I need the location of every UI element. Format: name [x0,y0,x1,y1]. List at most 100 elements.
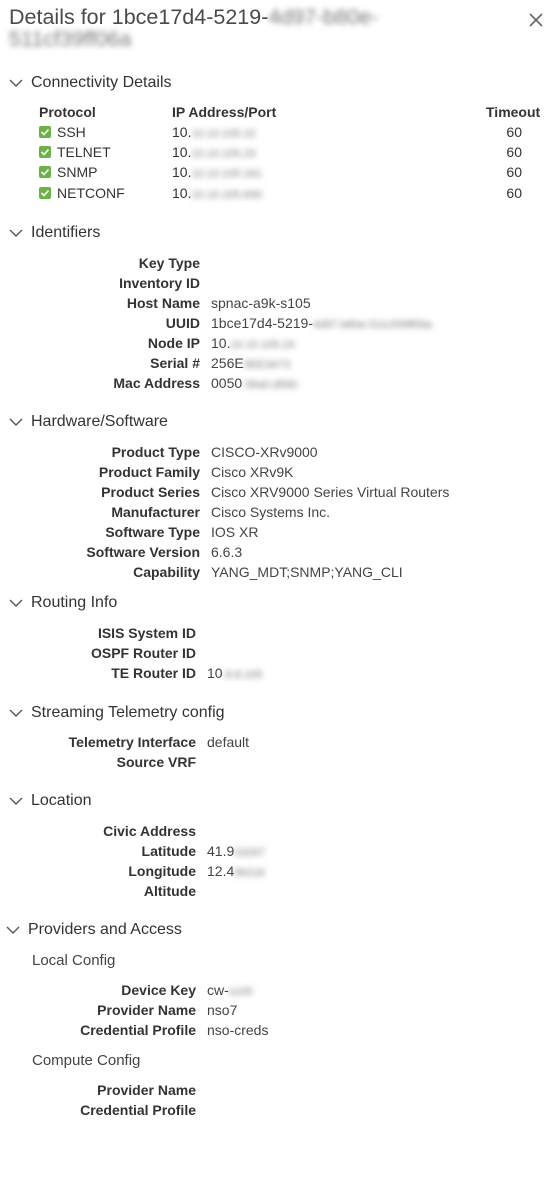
value-device-key: cw-s105 [207,982,253,998]
col-protocol: Protocol [39,104,96,120]
label-software-version: Software Version [86,544,200,560]
protocol-name: TELNET [57,144,111,160]
value-telemetry-interface: default [207,734,250,750]
subsection-local-config: Local Config [32,952,116,969]
protocol-name: SSH [57,124,86,140]
value-product-family: Cisco XRv9K [211,464,294,480]
timeout-value: 60 [506,164,522,180]
label-telemetry-interface: Telemetry Interface [68,734,196,750]
label-te-router: TE Router ID [111,665,196,681]
section-telemetry[interactable]: Streaming Telemetry config [8,702,225,724]
label-source-vrf: Source VRF [116,754,196,770]
section-title: Providers and Access [28,921,182,938]
checkbox[interactable] [39,166,51,178]
label-compute-provider-name: Provider Name [97,1082,196,1098]
label-ospf: OSPF Router ID [90,645,196,661]
section-location[interactable]: Location [8,790,92,812]
title-redacted: 4d97-b80e- [268,5,379,29]
ip-port: 10.10.10.105.22 [172,124,256,140]
chevron-down-icon [6,926,20,934]
label-key-type: Key Type [138,255,200,271]
timeout-value: 60 [506,185,522,201]
label-longitude: Longitude [128,863,196,879]
section-title: Streaming Telemetry config [31,704,225,721]
label-software-type: Software Type [105,524,200,540]
protocol-name: NETCONF [57,185,125,201]
section-title: Routing Info [31,594,118,611]
value-credential-profile: nso-creds [207,1022,269,1038]
section-title: Identifiers [31,224,101,241]
check-icon [40,148,50,156]
label-product-series: Product Series [101,484,200,500]
label-product-type: Product Type [111,444,200,460]
panel-header: Details for 1bce17d4-5219-4d97-b80e- 511… [0,0,557,60]
checkbox[interactable] [39,126,51,138]
section-identifiers[interactable]: Identifiers [8,222,100,244]
value-software-type: IOS XR [211,524,259,540]
ip-port: 10.10.10.105.830 [172,185,262,201]
protocol-row: NETCONF 10.10.10.105.830 60 [39,184,549,204]
check-icon [40,128,50,136]
value-product-type: CISCO-XRv9000 [211,444,318,460]
section-title: Location [31,792,92,809]
value-te-router: 10.8.8.105 [207,665,263,681]
value-latitude: 41.903297 [207,843,265,859]
chevron-down-icon [9,79,23,87]
label-product-family: Product Family [98,464,200,480]
checkbox[interactable] [39,146,51,158]
value-longitude: 12.496216 [207,863,265,879]
value-mac: 0050.56a0.d590 [211,375,298,391]
chevron-down-icon [9,709,23,717]
section-title: Hardware/Software [31,413,168,430]
value-node-ip: 10.10.10.105.24 [211,335,295,351]
col-timeout: Timeout [486,104,541,120]
section-hardware[interactable]: Hardware/Software [8,411,168,433]
label-compute-credential-profile: Credential Profile [80,1102,196,1118]
subsection-compute-config: Compute Config [32,1052,141,1069]
label-serial: Serial # [150,355,200,371]
label-latitude: Latitude [141,843,196,859]
label-manufacturer: Manufacturer [111,504,200,520]
label-inventory-id: Inventory ID [119,275,200,291]
check-icon [40,189,50,197]
section-connectivity[interactable]: Connectivity Details [8,72,172,94]
title-text: Details for 1bce17d4-5219- [9,5,269,29]
value-software-version: 6.6.3 [211,544,243,560]
protocol-row: SSH 10.10.10.105.22 60 [39,123,549,143]
label-device-key: Device Key [121,982,196,998]
close-button[interactable] [524,8,548,32]
label-isis: ISIS System ID [97,625,196,641]
section-title: Connectivity Details [31,74,172,91]
label-altitude: Altitude [143,883,196,899]
label-civic: Civic Address [103,823,196,839]
chevron-down-icon [9,229,23,237]
checkbox[interactable] [39,187,51,199]
value-uuid: 1bce17d4-5219-4d97-b80e-511cf39ff06a [211,315,432,331]
protocol-row: SNMP 10.10.10.105.161 60 [39,163,549,183]
ip-port: 10.10.10.105.23 [172,144,256,160]
section-routing[interactable]: Routing Info [8,592,117,614]
chevron-down-icon [9,797,23,805]
timeout-value: 60 [506,124,522,140]
value-serial: 256E5EE3A73 [211,355,291,371]
value-manufacturer: Cisco Systems Inc. [211,504,331,520]
label-provider-name: Provider Name [97,1002,196,1018]
label-capability: Capability [133,564,200,580]
ip-port: 10.10.10.105.161 [172,164,262,180]
value-product-series: Cisco XRV9000 Series Virtual Routers [211,484,450,500]
section-providers[interactable]: Providers and Access [5,919,182,941]
value-host-name: spnac-a9k-s105 [211,295,311,311]
label-node-ip: Node IP [147,335,200,351]
label-mac: Mac Address [113,375,200,391]
label-credential-profile: Credential Profile [80,1022,196,1038]
value-provider-name: nso7 [207,1002,238,1018]
timeout-value: 60 [506,144,522,160]
check-icon [40,168,50,176]
chevron-down-icon [9,418,23,426]
protocol-name: SNMP [57,164,98,180]
label-host-name: Host Name [126,295,200,311]
col-ip: IP Address/Port [172,104,277,120]
label-uuid: UUID [165,315,200,331]
protocol-row: TELNET 10.10.10.105.23 60 [39,143,549,163]
close-icon [529,13,543,27]
